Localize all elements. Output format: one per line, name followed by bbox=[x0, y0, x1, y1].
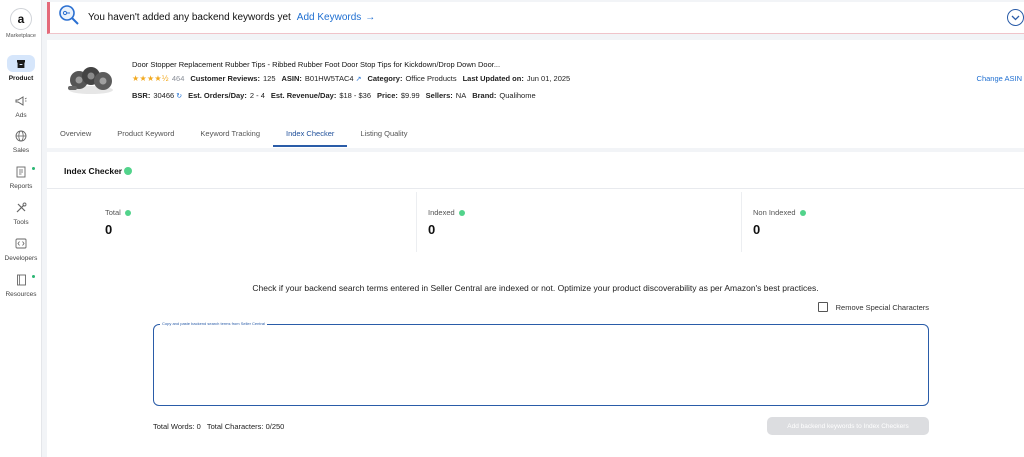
code-icon bbox=[7, 235, 35, 252]
new-indicator-dot bbox=[32, 275, 35, 278]
stat-card-total: Total 0 bbox=[95, 192, 417, 252]
tab-overview[interactable]: Overview bbox=[47, 123, 104, 147]
info-icon[interactable] bbox=[124, 167, 133, 175]
alert-message: You haven't added any backend keywords y… bbox=[88, 12, 291, 23]
amazon-logo: a bbox=[10, 8, 32, 30]
index-checker-description: Check if your backend search terms enter… bbox=[252, 283, 819, 293]
sidebar-item-label: Developers bbox=[4, 255, 38, 262]
product-meta-row-2: BSR: 30466 ↻ Est. Orders/Day: 2 - 4 Est.… bbox=[132, 91, 536, 100]
globe-icon bbox=[7, 127, 35, 144]
brand-value: Qualihome bbox=[499, 91, 536, 100]
product-title[interactable]: Door Stopper Replacement Rubber Tips - R… bbox=[132, 60, 500, 69]
brand-label: Brand: bbox=[472, 91, 497, 100]
sidebar-item-label: Reports bbox=[9, 183, 33, 190]
stat-value: 0 bbox=[428, 222, 436, 237]
new-indicator-dot bbox=[32, 167, 35, 170]
sidebar-item-tools[interactable]: Tools bbox=[0, 199, 42, 226]
sidebar-item-reports[interactable]: Reports bbox=[0, 163, 42, 190]
section-title-text: Index Checker bbox=[64, 166, 123, 176]
stat-label: Total bbox=[105, 208, 131, 217]
sidebar-item-sales[interactable]: Sales bbox=[0, 127, 42, 154]
price-value: $9.99 bbox=[400, 91, 420, 100]
stat-card-indexed: Indexed 0 bbox=[418, 192, 742, 252]
product-tabs: Overview Product Keyword Keyword Trackin… bbox=[47, 123, 420, 147]
rating-count: 464 bbox=[171, 74, 185, 83]
backend-keywords-alert: You haven't added any backend keywords y… bbox=[47, 2, 1024, 34]
remove-special-characters[interactable]: Remove Special Characters bbox=[817, 302, 929, 312]
section-title: Index Checker bbox=[64, 166, 133, 176]
category-label: Category: bbox=[367, 74, 403, 83]
updated-value: Jun 01, 2025 bbox=[526, 74, 571, 83]
reviews-value: 125 bbox=[262, 74, 276, 83]
orders-label: Est. Orders/Day: bbox=[188, 91, 247, 100]
remove-special-checkbox[interactable] bbox=[817, 302, 828, 312]
sidebar-item-label: Resources bbox=[5, 291, 37, 298]
app: a Marketplace Product Ads Sales Reports … bbox=[0, 0, 1024, 457]
remove-special-label: Remove Special Characters bbox=[835, 302, 929, 312]
search-key-icon bbox=[58, 4, 80, 31]
counts: Total Words: 0 Total Characters: 0/250 bbox=[153, 422, 284, 431]
tab-keyword-tracking[interactable]: Keyword Tracking bbox=[187, 123, 273, 147]
marketplace-label: Marketplace bbox=[6, 33, 36, 39]
stat-card-non-indexed: Non Indexed 0 bbox=[743, 192, 1024, 252]
category-value: Office Products bbox=[405, 74, 457, 83]
sidebar-item-developers[interactable]: Developers bbox=[0, 235, 42, 262]
price-label: Price: bbox=[377, 91, 398, 100]
total-characters: Total Characters: 0/250 bbox=[206, 422, 285, 431]
external-link-icon[interactable]: ↗ bbox=[356, 75, 362, 83]
asin-label: ASIN: bbox=[281, 74, 302, 83]
bsr-value: 30466 bbox=[153, 91, 175, 100]
marketplace-switcher[interactable]: a Marketplace bbox=[0, 8, 42, 39]
total-words: Total Words: 0 bbox=[153, 422, 201, 431]
tools-icon bbox=[7, 199, 35, 216]
archive-box-icon bbox=[7, 55, 35, 72]
sellers-value: NA bbox=[455, 91, 467, 100]
star-rating-icon: ★★★★½ bbox=[132, 74, 169, 83]
chevron-down-icon[interactable] bbox=[1007, 9, 1024, 26]
sidebar-item-product[interactable]: Product bbox=[0, 55, 42, 82]
info-icon[interactable] bbox=[799, 209, 806, 216]
search-terms-input[interactable] bbox=[154, 325, 928, 405]
sidebar: a Marketplace Product Ads Sales Reports … bbox=[0, 0, 42, 457]
index-checker-panel: Index Checker Total 0 Indexed 0 Non Inde… bbox=[47, 152, 1024, 457]
sidebar-item-ads[interactable]: Ads bbox=[0, 92, 42, 119]
search-terms-field: Copy and paste backend search terms from… bbox=[153, 321, 929, 406]
tab-listing-quality[interactable]: Listing Quality bbox=[347, 123, 420, 147]
reviews-label: Customer Reviews: bbox=[190, 74, 260, 83]
refresh-icon[interactable]: ↻ bbox=[176, 92, 182, 100]
bsr-label: BSR: bbox=[132, 91, 151, 100]
stat-value: 0 bbox=[753, 222, 761, 237]
sidebar-item-label: Product bbox=[8, 75, 34, 82]
change-asin-button[interactable]: Change ASIN bbox=[977, 74, 1022, 83]
stat-label: Indexed bbox=[428, 208, 465, 217]
arrow-right-icon[interactable]: → bbox=[365, 12, 375, 23]
add-backend-keywords-button[interactable]: Add backend keywords to Index Checkers bbox=[767, 417, 929, 435]
tab-product-keyword[interactable]: Product Keyword bbox=[104, 123, 187, 147]
divider bbox=[47, 188, 1024, 189]
info-icon[interactable] bbox=[458, 209, 465, 216]
sidebar-item-resources[interactable]: Resources bbox=[0, 271, 42, 298]
product-image bbox=[65, 60, 117, 98]
asin-value: B01HW5TAC4 bbox=[304, 74, 354, 83]
product-meta-row-1: ★★★★½ 464 Customer Reviews: 125 ASIN: B0… bbox=[132, 74, 570, 83]
orders-value: 2 - 4 bbox=[249, 91, 265, 100]
sellers-label: Sellers: bbox=[425, 91, 453, 100]
book-icon bbox=[7, 271, 35, 288]
report-icon bbox=[7, 163, 35, 180]
add-keywords-link[interactable]: Add Keywords bbox=[297, 12, 361, 23]
sidebar-item-label: Ads bbox=[15, 112, 27, 119]
megaphone-icon bbox=[7, 92, 35, 109]
stat-value: 0 bbox=[105, 222, 113, 237]
revenue-label: Est. Revenue/Day: bbox=[270, 91, 337, 100]
sidebar-item-label: Sales bbox=[12, 147, 30, 154]
stat-label: Non Indexed bbox=[753, 208, 806, 217]
info-icon[interactable] bbox=[124, 209, 131, 216]
sidebar-item-label: Tools bbox=[13, 219, 29, 226]
updated-label: Last Updated on: bbox=[462, 74, 524, 83]
tab-index-checker[interactable]: Index Checker bbox=[273, 123, 348, 147]
revenue-value: $18 - $36 bbox=[339, 91, 372, 100]
